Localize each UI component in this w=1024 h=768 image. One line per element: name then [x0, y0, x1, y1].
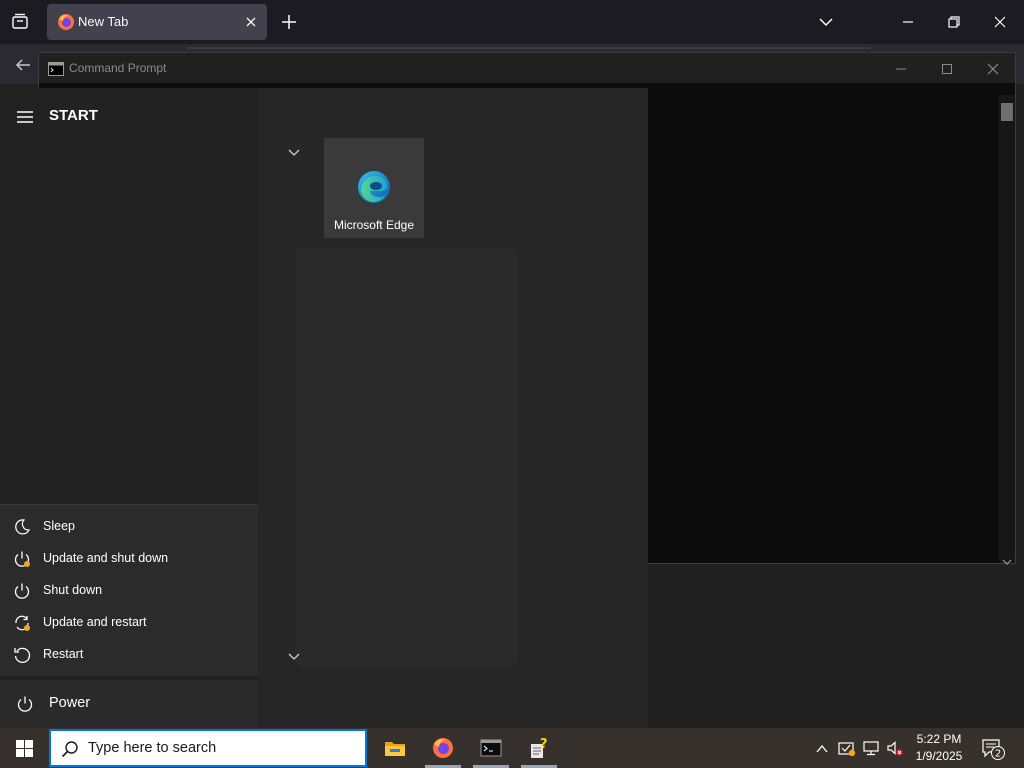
- menu-item-update-and-restart[interactable]: Update and restart: [0, 607, 258, 639]
- minimize-icon[interactable]: [894, 61, 908, 75]
- menu-item-restart[interactable]: Restart: [0, 639, 258, 671]
- firefox-icon: [57, 13, 75, 31]
- terminal-icon: [48, 61, 64, 76]
- close-icon[interactable]: [992, 14, 1008, 30]
- window-title: Command Prompt: [69, 61, 167, 75]
- moon-icon: [13, 518, 31, 536]
- search-box[interactable]: Type here to search: [49, 729, 367, 767]
- tile-group-placeholder: [296, 248, 518, 668]
- menu-item-label: Restart: [43, 647, 84, 661]
- chevron-up-icon[interactable]: [815, 741, 829, 755]
- edge-icon: [357, 170, 391, 204]
- clock-date: 1/9/2025: [915, 749, 963, 763]
- chevron-up-icon[interactable]: [1002, 95, 1012, 109]
- start-menu-title: START: [49, 107, 98, 124]
- plus-icon[interactable]: [280, 13, 298, 31]
- divider: [187, 47, 870, 49]
- power-button[interactable]: Power: [0, 680, 258, 728]
- menu-item-shut-down[interactable]: Shut down: [0, 575, 258, 607]
- power-options-menu: Sleep Update and shut down Shut down Upd…: [0, 504, 258, 676]
- svg-text:?: ?: [540, 737, 548, 752]
- windows-logo-icon: [16, 740, 33, 757]
- start-button[interactable]: [0, 728, 48, 768]
- restart-update-icon: [13, 614, 31, 632]
- tile-microsoft-edge[interactable]: Microsoft Edge: [324, 138, 424, 238]
- network-icon[interactable]: [862, 739, 880, 757]
- tab-title: New Tab: [78, 14, 129, 29]
- notification-center-icon[interactable]: 2: [981, 737, 1007, 761]
- help-icon: ?: [528, 737, 550, 759]
- chevron-down-icon[interactable]: [1002, 551, 1012, 565]
- security-alert-icon[interactable]: [838, 739, 856, 757]
- menu-item-update-and-shut-down[interactable]: Update and shut down: [0, 543, 258, 575]
- search-icon: [61, 740, 79, 758]
- list-all-tabs-icon[interactable]: [8, 10, 32, 34]
- notification-count: 2: [995, 749, 1001, 760]
- maximize-icon[interactable]: [940, 61, 954, 75]
- start-menu: START Microsoft Edge Sleep Update and sh…: [0, 88, 648, 728]
- clock-time: 5:22 PM: [916, 732, 962, 746]
- restore-icon[interactable]: [946, 14, 962, 30]
- hamburger-menu-icon[interactable]: [16, 109, 34, 123]
- restart-icon: [13, 646, 31, 664]
- folder-icon: [384, 737, 406, 759]
- chevron-down-icon[interactable]: [287, 143, 301, 156]
- power-button-label: Power: [49, 695, 91, 711]
- taskbar-app-file-explorer[interactable]: [371, 728, 419, 768]
- chevron-down-icon[interactable]: [287, 647, 301, 660]
- browser-tab[interactable]: New Tab: [47, 4, 267, 40]
- back-arrow-icon[interactable]: [14, 56, 32, 74]
- close-icon[interactable]: [243, 14, 259, 30]
- search-placeholder: Type here to search: [88, 740, 217, 756]
- menu-item-label: Sleep: [43, 519, 75, 533]
- power-icon: [13, 582, 31, 600]
- taskbar: Type here to search ? 5:22 PM 1/9/2025 2: [0, 728, 1024, 768]
- browser-tabstrip: New Tab: [0, 0, 1024, 44]
- firefox-icon: [432, 737, 454, 759]
- close-icon[interactable]: [986, 61, 1000, 75]
- clock[interactable]: 5:22 PM 1/9/2025: [906, 731, 972, 765]
- terminal-icon: [480, 737, 502, 759]
- tile-label: Microsoft Edge: [333, 218, 415, 232]
- menu-item-label: Shut down: [43, 583, 103, 597]
- volume-muted-icon[interactable]: [886, 739, 904, 757]
- minimize-icon[interactable]: [900, 14, 916, 30]
- menu-item-label: Update and restart: [43, 615, 147, 629]
- power-icon: [16, 695, 34, 713]
- taskbar-app-help[interactable]: ?: [515, 728, 563, 768]
- taskbar-app-command-prompt[interactable]: [467, 728, 515, 768]
- menu-item-sleep[interactable]: Sleep: [0, 511, 258, 543]
- power-update-icon: [13, 550, 31, 568]
- chevron-down-icon[interactable]: [818, 14, 834, 30]
- menu-item-label: Update and shut down: [43, 551, 169, 565]
- scrollbar-thumb[interactable]: [1001, 103, 1013, 121]
- taskbar-app-firefox[interactable]: [419, 728, 467, 768]
- vertical-scrollbar[interactable]: [999, 95, 1015, 565]
- window-titlebar[interactable]: Command Prompt: [39, 53, 1015, 83]
